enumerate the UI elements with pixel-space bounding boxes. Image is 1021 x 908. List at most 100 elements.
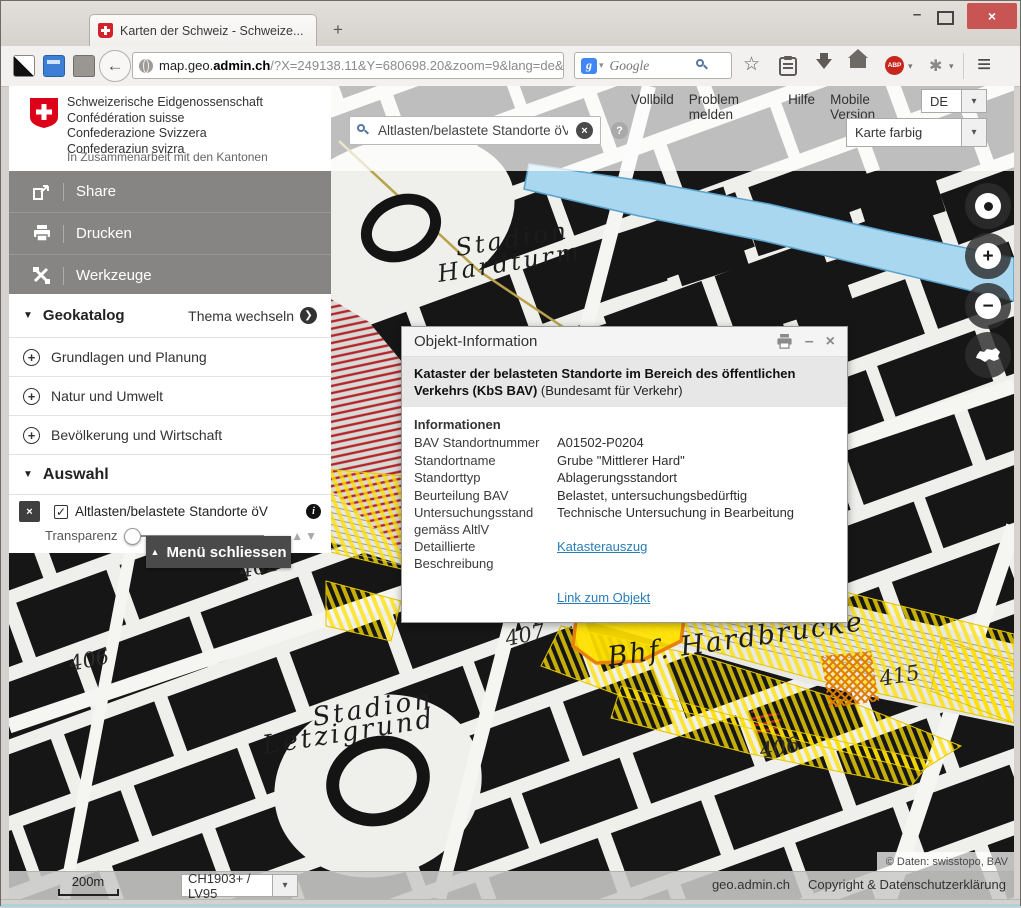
logo-line-de: Schweizerische Eidgenossenschaft: [67, 95, 263, 111]
auswahl-title: Auswahl: [43, 466, 109, 484]
map-search-input[interactable]: [376, 122, 570, 139]
clear-search-icon[interactable]: ×: [576, 122, 593, 139]
nav-link-problem-melden[interactable]: Problem melden: [689, 92, 773, 110]
browser-search-bar[interactable]: g ▾: [574, 52, 732, 79]
extension-icon-1[interactable]: [13, 55, 35, 77]
default-extent-button[interactable]: [965, 332, 1011, 378]
back-arrow-icon: ←: [107, 56, 124, 76]
window-maximize-button[interactable]: [937, 11, 954, 25]
move-layer-up-icon[interactable]: ▲: [291, 529, 303, 543]
sidebar-item-share[interactable]: Share: [9, 171, 331, 213]
category-natur[interactable]: + Natur und Umwelt: [9, 377, 331, 416]
layer-checkbox[interactable]: ✓: [54, 505, 68, 519]
share-label: Share: [76, 183, 116, 200]
back-button[interactable]: ←: [99, 50, 131, 82]
sidebar-item-drucken[interactable]: Drucken: [9, 213, 331, 255]
logo-line-fr: Confédération suisse: [67, 111, 263, 127]
popup-close-icon[interactable]: ×: [826, 333, 835, 351]
category-label: Bevölkerung und Wirtschaft: [51, 427, 222, 443]
projection-caret-icon: ▾: [272, 875, 297, 896]
window-close-button[interactable]: ×: [967, 3, 1017, 29]
plugin-caret-icon[interactable]: ▾: [949, 61, 954, 72]
url-host-bold: admin.ch: [213, 58, 270, 73]
toolbar-separator: [963, 53, 964, 79]
search-icon: [357, 124, 370, 137]
target-icon: [975, 193, 1001, 219]
language-select[interactable]: DE ▾: [921, 89, 987, 113]
copyright-link[interactable]: Copyright & Datenschutzerklärung: [808, 877, 1006, 892]
search-engine-caret-icon[interactable]: ▾: [599, 60, 604, 71]
map-search-field[interactable]: ×: [349, 116, 601, 145]
extension-icon-2[interactable]: [43, 55, 65, 77]
close-menu-button[interactable]: ▲ Menü schliessen: [146, 536, 291, 568]
downloads-icon[interactable]: [816, 59, 832, 69]
menu-hamburger-icon[interactable]: ≡: [977, 51, 991, 79]
info-row: Untersuchungsstand gemäss AltlV Technisc…: [414, 505, 835, 538]
bookmark-star-icon[interactable]: ☆: [743, 53, 760, 76]
popup-layer-subtitle: Kataster der belasteten Standorte im Ber…: [402, 357, 847, 407]
theme-switch-link[interactable]: Thema wechseln: [188, 308, 294, 324]
new-tab-button[interactable]: +: [325, 18, 351, 42]
map-style-select[interactable]: Karte farbig ▾: [846, 118, 987, 147]
move-layer-down-icon[interactable]: ▼: [305, 529, 317, 543]
adblock-caret-icon[interactable]: ▾: [908, 61, 913, 72]
url-bar[interactable]: map.geo.admin.ch/?X=249138.11&Y=680698.2…: [132, 52, 564, 79]
orange-hatch-2: [821, 651, 879, 708]
browser-tab[interactable]: Karten der Schweiz - Schweize...: [89, 14, 317, 46]
zoom-in-button[interactable]: +: [965, 233, 1011, 279]
row-spacer: [414, 573, 835, 589]
google-icon: g: [581, 58, 597, 74]
extension-icon-3[interactable]: [73, 55, 95, 77]
chevron-right-icon[interactable]: ❯: [300, 307, 317, 324]
nav-link-hilfe[interactable]: Hilfe: [788, 92, 815, 110]
print-icon[interactable]: [776, 334, 793, 349]
geokatalog-header[interactable]: ▼ Geokatalog Thema wechseln ❯: [9, 294, 331, 338]
tools-icon: [33, 267, 51, 284]
search-help-icon[interactable]: ?: [611, 122, 628, 139]
info-row-link: Detaillierte Beschreibung Katasterauszug: [414, 539, 835, 572]
popup-minimize-icon[interactable]: –: [805, 333, 814, 351]
sidebar-item-werkzeuge[interactable]: Werkzeuge: [9, 255, 331, 297]
category-bevoelkerung[interactable]: + Bevölkerung und Wirtschaft: [9, 416, 331, 455]
adblock-icon[interactable]: ABP: [885, 56, 904, 75]
cooperation-note: In Zusammenarbeit mit den Kantonen: [67, 150, 268, 164]
plugin-icon[interactable]: ✱: [929, 56, 942, 76]
popup-header[interactable]: Objekt-Information – ×: [402, 327, 847, 357]
expand-plus-icon: +: [23, 427, 40, 444]
window-minimize-button[interactable]: –: [904, 6, 930, 28]
slider-thumb[interactable]: [124, 528, 141, 545]
expand-plus-icon: +: [23, 388, 40, 405]
auswahl-header[interactable]: ▼ Auswahl: [9, 455, 331, 495]
nav-link-mobile-version[interactable]: Mobile Version: [830, 92, 906, 110]
switzerland-icon: [974, 346, 1002, 364]
footer-links: geo.admin.ch Copyright & Datenschutzerkl…: [701, 877, 1006, 892]
category-grundlagen[interactable]: + Grundlagen und Planung: [9, 338, 331, 377]
url-host: map.geo.: [159, 58, 213, 73]
layer-info-icon[interactable]: i: [306, 504, 321, 519]
nav-link-vollbild[interactable]: Vollbild: [631, 92, 674, 110]
katasterauszug-link[interactable]: Katasterauszug: [557, 539, 647, 572]
bookmarks-panel-icon[interactable]: [779, 56, 797, 76]
zoom-out-button[interactable]: −: [965, 283, 1011, 329]
popup-title: Objekt-Information: [414, 333, 537, 350]
info-row: Standorttyp Ablagerungsstandort: [414, 470, 835, 487]
geolocate-button[interactable]: [965, 183, 1011, 229]
layer-name[interactable]: Altlasten/belastete Standorte öV: [75, 504, 268, 519]
map-style-caret-icon: ▾: [961, 119, 986, 146]
printer-icon: [33, 225, 51, 242]
browser-search-input[interactable]: [608, 57, 696, 75]
projection-select[interactable]: CH1903+ / LV95 ▾: [181, 874, 298, 897]
search-magnifier-icon[interactable]: [696, 59, 709, 72]
expand-plus-icon: +: [23, 349, 40, 366]
home-icon[interactable]: [850, 58, 866, 68]
link-zum-objekt-link[interactable]: Link zum Objekt: [557, 590, 650, 607]
chevron-down-icon: ▼: [23, 310, 33, 321]
browser-window: Karten der Schweiz - Schweize... + – × ←…: [0, 0, 1021, 906]
url-path: /?X=249138.11&Y=680698.20&zoom=9&lang=de…: [270, 58, 564, 73]
category-label: Natur und Umwelt: [51, 388, 163, 404]
geoadmin-link[interactable]: geo.admin.ch: [712, 877, 790, 892]
remove-layer-button[interactable]: ×: [19, 501, 40, 522]
info-row-link: Link zum Objekt: [414, 590, 835, 607]
category-label: Grundlagen und Planung: [51, 349, 207, 365]
globe-icon: [139, 59, 153, 73]
